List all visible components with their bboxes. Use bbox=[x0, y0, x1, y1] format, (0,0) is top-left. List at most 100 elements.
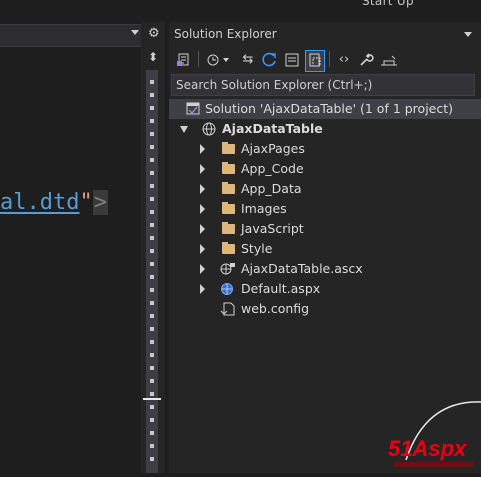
collapse-all-icon[interactable] bbox=[283, 50, 301, 70]
chevron-down-icon[interactable] bbox=[131, 30, 139, 35]
scroll-map-marker bbox=[150, 197, 154, 201]
scroll-map-marker bbox=[150, 288, 154, 292]
preview-selected-items-icon[interactable] bbox=[379, 50, 399, 70]
tree-item-label: web.config bbox=[241, 301, 310, 316]
tree-item-file[interactable]: Default.aspx bbox=[169, 279, 481, 299]
sync-icon[interactable]: ⇆ bbox=[239, 50, 257, 70]
tree-item-project[interactable]: AjaxDataTable bbox=[169, 119, 481, 139]
globe-icon bbox=[202, 122, 216, 140]
folder-icon bbox=[222, 202, 235, 214]
toolbar-separator bbox=[329, 51, 330, 67]
scroll-map-marker bbox=[150, 106, 154, 110]
chevron-down-icon[interactable] bbox=[464, 32, 472, 37]
tree-item-label: AjaxDataTable.ascx bbox=[241, 261, 363, 276]
scroll-map-marker bbox=[150, 327, 154, 331]
show-all-files-icon[interactable] bbox=[305, 50, 325, 72]
solution-icon bbox=[186, 102, 200, 120]
tree-item-label: Default.aspx bbox=[241, 281, 321, 296]
panel-header: Solution Explorer bbox=[169, 24, 481, 45]
window-title: Start Up bbox=[362, 0, 414, 8]
scroll-map-marker bbox=[150, 418, 154, 422]
vertical-scrollbar[interactable] bbox=[146, 70, 158, 473]
tree-item-label: AjaxDataTable bbox=[222, 121, 323, 136]
scroll-map-marker bbox=[150, 145, 154, 149]
svg-text:51Aspx: 51Aspx bbox=[388, 436, 467, 461]
scroll-map-marker bbox=[150, 353, 154, 357]
scroll-map-marker bbox=[150, 210, 154, 214]
tree-item-label: App_Data bbox=[241, 181, 302, 196]
scroll-map-marker bbox=[150, 405, 154, 409]
scroll-map-marker bbox=[150, 171, 154, 175]
folder-icon bbox=[222, 142, 235, 154]
expand-arrow-icon[interactable] bbox=[200, 164, 205, 174]
folder-icon bbox=[222, 182, 235, 194]
folder-icon bbox=[222, 222, 235, 234]
code-editor[interactable] bbox=[0, 22, 140, 473]
scroll-map-marker bbox=[150, 132, 154, 136]
scroll-map-marker bbox=[150, 340, 154, 344]
title-bar: Start Up bbox=[0, 0, 481, 18]
tree-item-folder[interactable]: JavaScript bbox=[169, 219, 481, 239]
expand-arrow-icon[interactable] bbox=[200, 144, 205, 154]
scroll-map-marker bbox=[150, 184, 154, 188]
web-form-icon bbox=[220, 282, 236, 300]
scroll-map-marker bbox=[150, 301, 154, 305]
properties-wrench-icon[interactable] bbox=[357, 50, 375, 70]
toolbar-separator bbox=[198, 51, 199, 67]
tree-item-label: JavaScript bbox=[241, 221, 304, 236]
code-bracket: > bbox=[92, 190, 108, 215]
tree-item-label: App_Code bbox=[241, 161, 304, 176]
scroll-map-marker bbox=[150, 262, 154, 266]
tree-item-file[interactable]: web.config bbox=[169, 299, 481, 319]
tree-item-folder[interactable]: App_Data bbox=[169, 179, 481, 199]
scroll-position-marker[interactable] bbox=[143, 398, 161, 400]
history-icon[interactable] bbox=[204, 50, 232, 70]
search-box[interactable] bbox=[171, 74, 475, 96]
tree-item-label: Style bbox=[241, 241, 273, 256]
tree-item-folder[interactable]: Style bbox=[169, 239, 481, 259]
view-code-icon[interactable]: ‹› bbox=[335, 50, 353, 70]
tree-item-folder[interactable]: App_Code bbox=[169, 159, 481, 179]
user-control-icon bbox=[220, 262, 236, 280]
expand-arrow-icon[interactable] bbox=[200, 204, 205, 214]
watermark-logo: 51Aspx bbox=[386, 400, 481, 473]
expand-arrow-icon[interactable] bbox=[200, 184, 205, 194]
switch-views-icon[interactable] bbox=[175, 50, 193, 70]
expand-arrow-icon[interactable] bbox=[200, 284, 205, 294]
scroll-map-marker bbox=[150, 457, 154, 461]
tree-item-label: AjaxPages bbox=[241, 141, 305, 156]
scroll-map-marker bbox=[150, 431, 154, 435]
refresh-icon[interactable] bbox=[261, 50, 279, 70]
scroll-map-marker bbox=[150, 444, 154, 448]
folder-icon bbox=[222, 162, 235, 174]
split-editor-icon[interactable]: ⬍ bbox=[146, 50, 160, 64]
search-input[interactable] bbox=[176, 75, 466, 95]
scroll-map-marker bbox=[150, 223, 154, 227]
config-file-icon bbox=[220, 302, 236, 320]
panel-title: Solution Explorer bbox=[174, 27, 277, 41]
expand-arrow-icon[interactable] bbox=[200, 224, 205, 234]
scroll-map-marker bbox=[150, 236, 154, 240]
tree-item-label: Solution 'AjaxDataTable' (1 of 1 project… bbox=[205, 101, 454, 116]
tree-item-label: Images bbox=[241, 201, 287, 216]
scroll-map-marker bbox=[150, 80, 154, 84]
gear-icon[interactable]: ⚙ bbox=[148, 26, 160, 41]
expand-arrow-icon[interactable] bbox=[200, 244, 205, 254]
scroll-map-marker bbox=[150, 158, 154, 162]
tree-item-folder[interactable]: Images bbox=[169, 199, 481, 219]
code-link[interactable]: al.dtd bbox=[0, 190, 79, 215]
tree-item-file[interactable]: AjaxDataTable.ascx bbox=[169, 259, 481, 279]
scroll-map-marker bbox=[150, 314, 154, 318]
tree-item-folder[interactable]: AjaxPages bbox=[169, 139, 481, 159]
expand-arrow-icon[interactable] bbox=[200, 264, 205, 274]
scroll-map-marker bbox=[150, 119, 154, 123]
code-line: al.dtd"> bbox=[0, 190, 108, 215]
scroll-map-marker bbox=[150, 275, 154, 279]
scroll-map-marker bbox=[150, 93, 154, 97]
scroll-map-marker bbox=[150, 249, 154, 253]
scroll-map-marker bbox=[150, 366, 154, 370]
expand-arrow-icon[interactable] bbox=[180, 126, 188, 133]
tree-item-solution[interactable]: Solution 'AjaxDataTable' (1 of 1 project… bbox=[169, 99, 481, 119]
solution-explorer-toolbar: ⇆ ‹› bbox=[169, 48, 481, 72]
folder-icon bbox=[222, 242, 235, 254]
